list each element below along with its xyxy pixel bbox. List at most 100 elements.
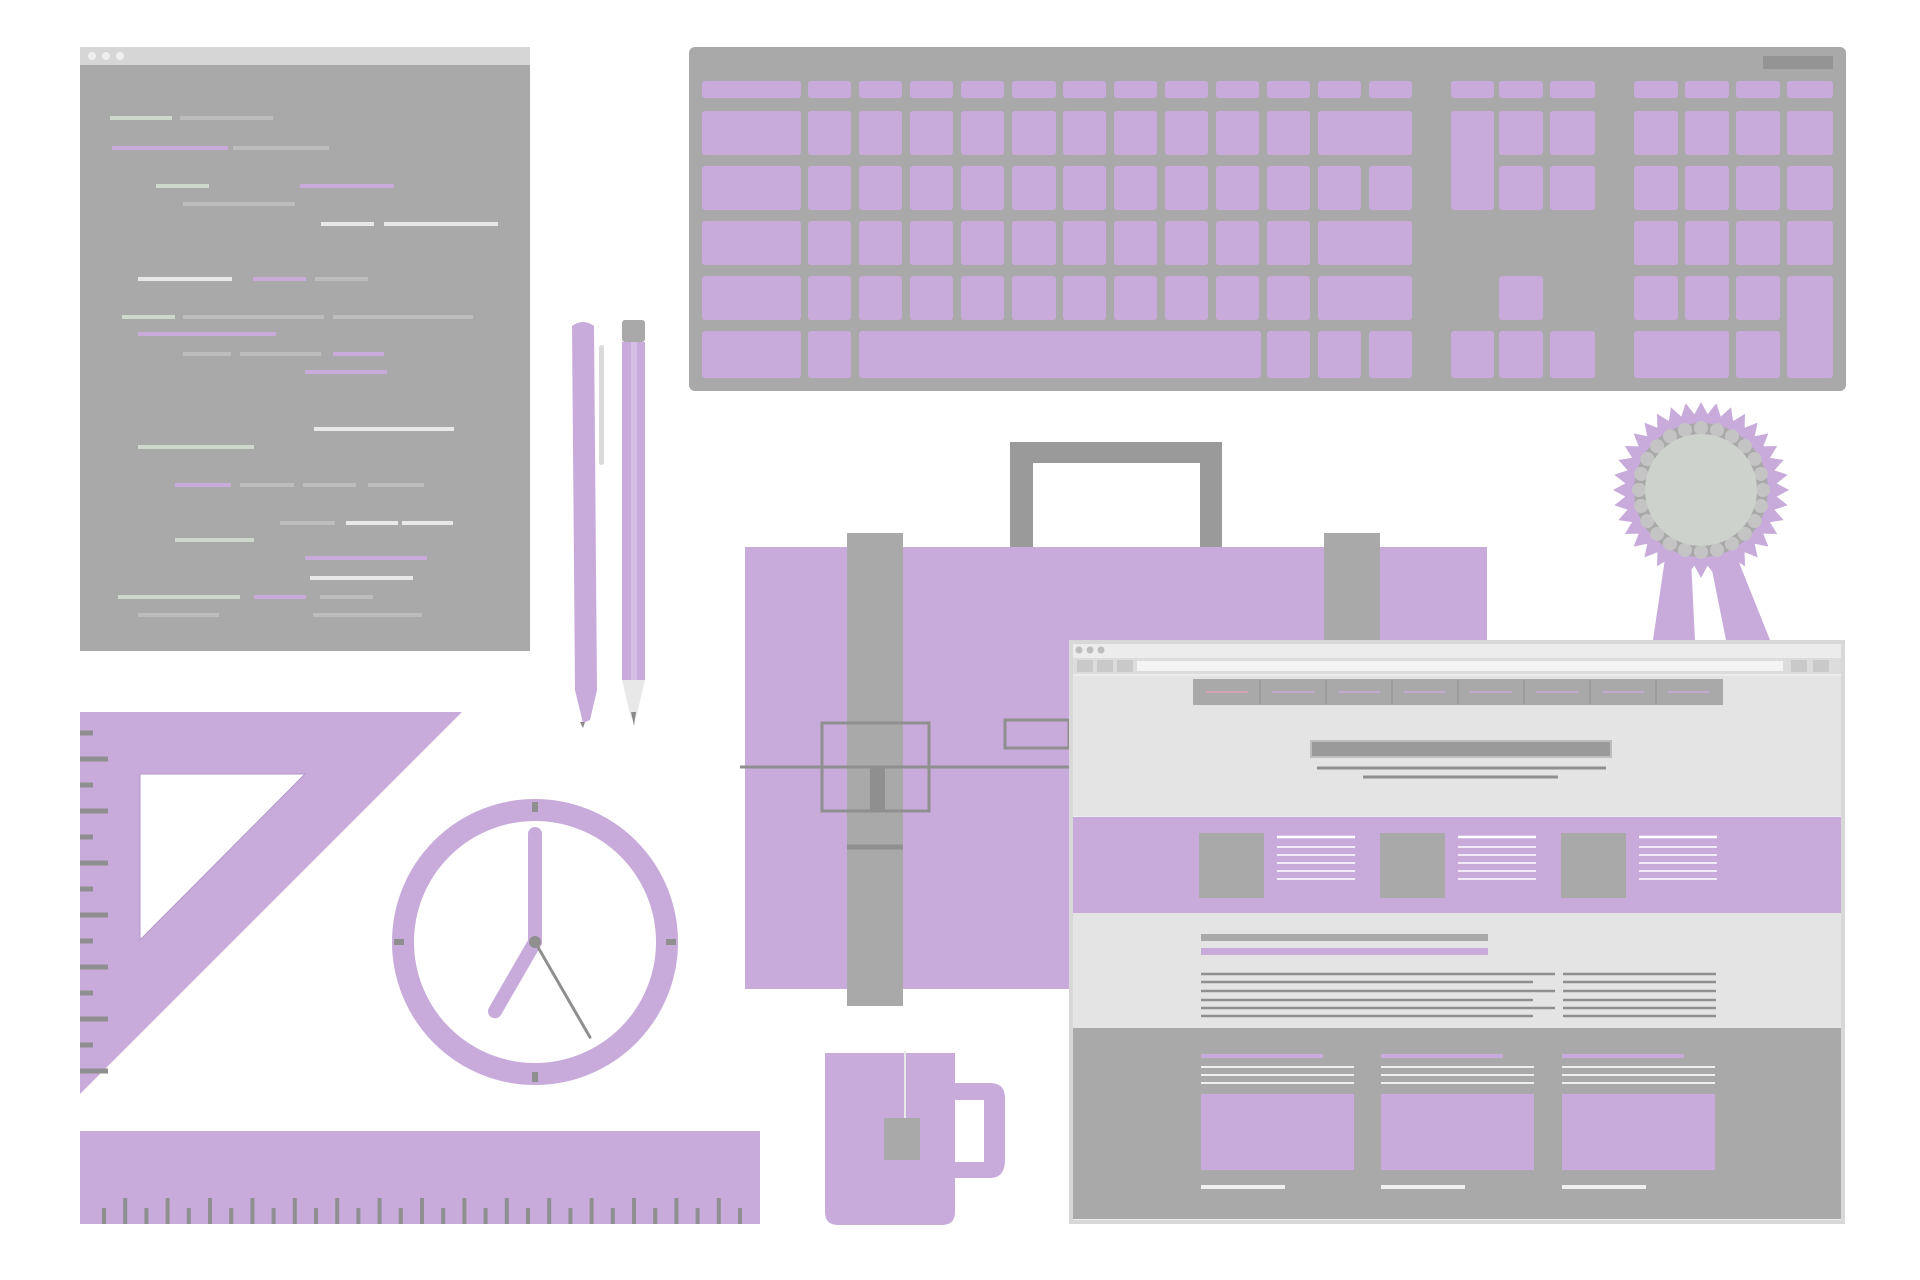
keyboard-key bbox=[1063, 111, 1106, 155]
keyboard-key bbox=[1499, 331, 1543, 378]
keyboard-key bbox=[1012, 166, 1056, 210]
keyboard-key bbox=[1736, 276, 1780, 320]
keyboard-key bbox=[1787, 111, 1833, 155]
lock-key bbox=[870, 766, 885, 811]
keyboard-key bbox=[1451, 331, 1494, 378]
article-section bbox=[1073, 913, 1841, 1028]
keyboard-key bbox=[1114, 221, 1157, 265]
desk-illustration bbox=[80, 47, 1846, 1225]
keyboard-key bbox=[1634, 81, 1678, 98]
keyboard-key bbox=[702, 111, 801, 155]
browser-menu-icon bbox=[1791, 660, 1807, 672]
window-titlebar bbox=[80, 47, 530, 65]
keyboard-key bbox=[1012, 276, 1056, 320]
keyboard-key bbox=[1634, 221, 1678, 265]
rosette-bead bbox=[1677, 423, 1692, 438]
keyboard-key bbox=[1369, 166, 1412, 210]
keyboard-key bbox=[1499, 111, 1543, 155]
keyboard-key bbox=[1114, 111, 1157, 155]
keyboard-key bbox=[1787, 276, 1833, 378]
keyboard-key bbox=[808, 221, 851, 265]
keyboard-key bbox=[1114, 81, 1157, 98]
briefcase-handle bbox=[1010, 442, 1222, 550]
keyboard-key bbox=[1787, 81, 1833, 98]
keyboard-key bbox=[961, 166, 1004, 210]
second-hand bbox=[533, 940, 592, 1039]
keyboard-key bbox=[1267, 81, 1310, 98]
keyboard-key bbox=[1369, 81, 1412, 98]
clock-center bbox=[529, 936, 541, 948]
rosette-bead bbox=[1753, 499, 1768, 514]
keyboard-key bbox=[910, 221, 953, 265]
card-image bbox=[1201, 1094, 1354, 1170]
keyboard-key bbox=[1063, 221, 1106, 265]
keyboard-key bbox=[1165, 111, 1208, 155]
feature-image bbox=[1561, 833, 1626, 898]
keyboard-key bbox=[961, 221, 1004, 265]
feature-image bbox=[1199, 833, 1264, 898]
keyboard-key bbox=[1267, 111, 1310, 155]
keyboard-key bbox=[808, 331, 851, 378]
keyboard-key bbox=[1369, 331, 1412, 378]
code-panel bbox=[80, 65, 530, 651]
keyboard-key bbox=[910, 166, 953, 210]
briefcase-strap-right bbox=[1324, 533, 1380, 643]
keyboard-key bbox=[859, 221, 902, 265]
keyboard-key bbox=[910, 276, 953, 320]
keyboard-key bbox=[702, 81, 801, 98]
keyboard-key bbox=[702, 331, 801, 378]
window-dot-icon bbox=[1097, 646, 1105, 654]
rosette-bead bbox=[1677, 542, 1692, 557]
keyboard-key bbox=[961, 81, 1004, 98]
keyboard-key bbox=[808, 111, 851, 155]
keyboard-key bbox=[1063, 81, 1106, 98]
window-dot-icon bbox=[1086, 646, 1094, 654]
mug-handle bbox=[950, 1083, 1005, 1178]
keyboard-key bbox=[1165, 221, 1208, 265]
keyboard-key bbox=[1634, 276, 1678, 320]
keyboard-key bbox=[1685, 276, 1729, 320]
feature-image bbox=[1380, 833, 1445, 898]
address-bar bbox=[1137, 661, 1783, 671]
keyboard-key bbox=[702, 221, 801, 265]
rosette-bead bbox=[1694, 545, 1708, 559]
feature-band bbox=[1073, 817, 1841, 913]
keyboard-key bbox=[1318, 166, 1361, 210]
keyboard-key bbox=[1267, 166, 1310, 210]
pen-body bbox=[572, 322, 597, 723]
card-image bbox=[1381, 1094, 1534, 1170]
keyboard-key bbox=[1216, 166, 1259, 210]
keyboard-key bbox=[859, 166, 902, 210]
hour-hand bbox=[488, 935, 542, 1019]
keyboard-key bbox=[1736, 81, 1780, 98]
keyboard-key bbox=[1216, 276, 1259, 320]
keyboard-key bbox=[1499, 166, 1543, 210]
rosette-bead bbox=[1634, 499, 1649, 514]
keyboard-key bbox=[1216, 81, 1259, 98]
keyboard-key bbox=[1267, 221, 1310, 265]
rosette-bead bbox=[1634, 466, 1649, 481]
rosette-bead bbox=[1753, 466, 1768, 481]
keyboard-key bbox=[1550, 331, 1595, 378]
keyboard-key bbox=[702, 276, 801, 320]
keyboard-key bbox=[859, 331, 1261, 378]
keyboard-key bbox=[808, 166, 851, 210]
keyboard-key bbox=[808, 81, 851, 98]
hero-title bbox=[1310, 740, 1612, 758]
rosette-bead bbox=[1632, 483, 1646, 497]
keyboard-key bbox=[1685, 111, 1729, 155]
keyboard-key bbox=[910, 111, 953, 155]
window-dot-icon bbox=[1075, 646, 1083, 654]
keyboard-key bbox=[1499, 276, 1543, 320]
keyboard-key bbox=[1685, 166, 1729, 210]
pencil bbox=[622, 320, 645, 726]
pen-tip bbox=[580, 722, 585, 728]
keyboard-key bbox=[961, 276, 1004, 320]
rosette-bead bbox=[1756, 483, 1770, 497]
keyboard-key bbox=[1685, 81, 1729, 98]
rosette-bead bbox=[1694, 421, 1708, 435]
keyboard-indicator bbox=[1763, 56, 1833, 69]
keyboard-key bbox=[1451, 81, 1494, 98]
keyboard-key bbox=[1550, 111, 1595, 155]
keyboard-key bbox=[1685, 221, 1729, 265]
